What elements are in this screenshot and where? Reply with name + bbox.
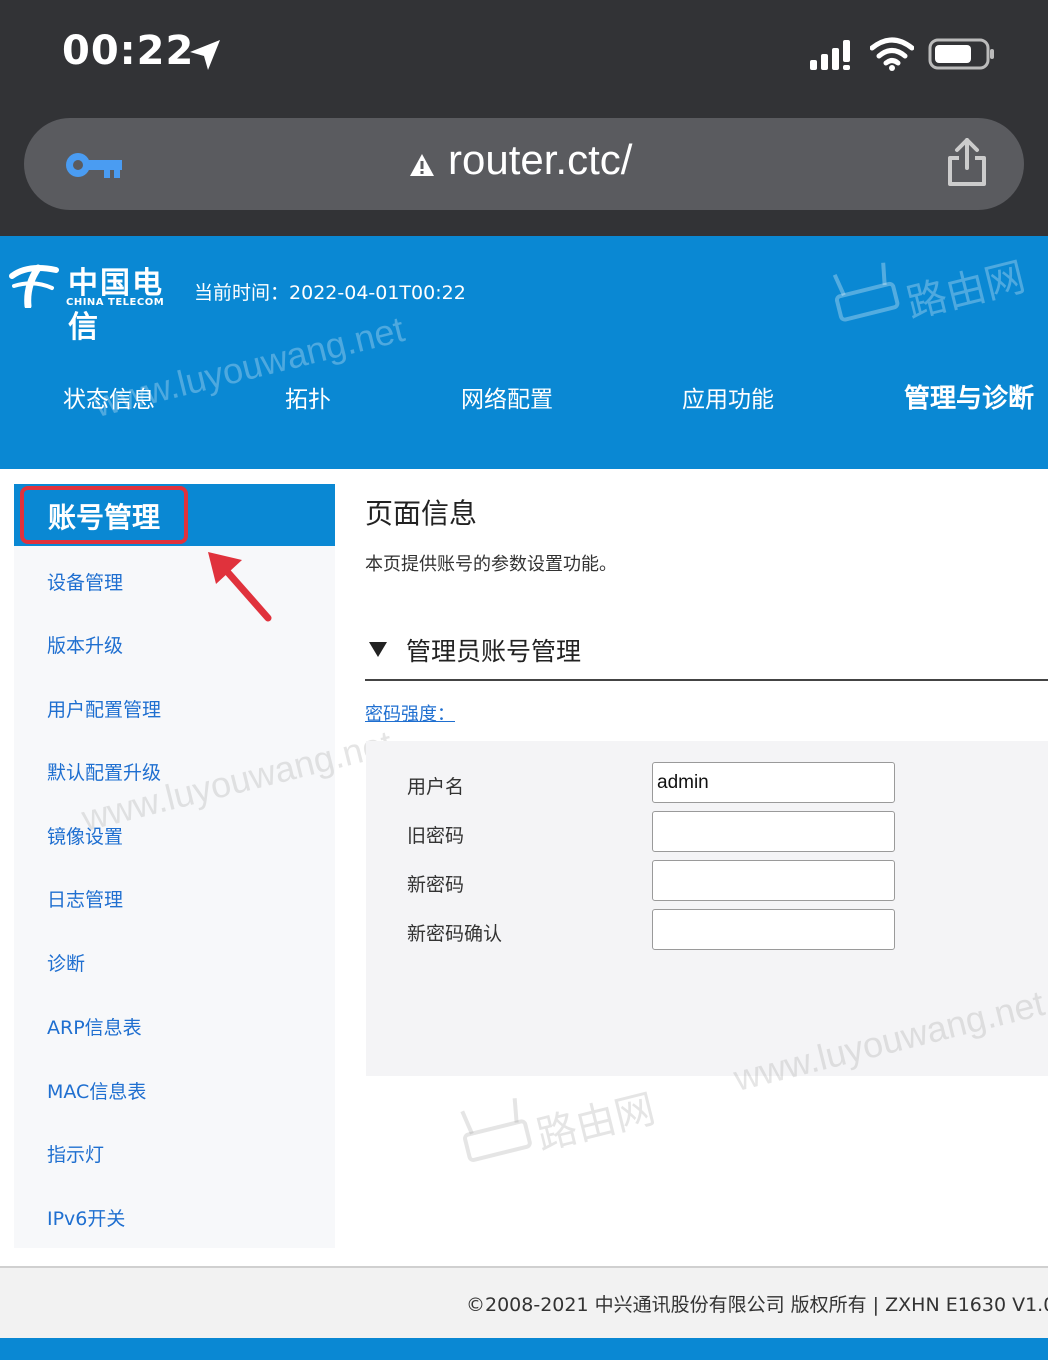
sidebar-item-version-upgrade[interactable]: 版本升级 — [47, 631, 123, 658]
footer-copyright: ©2008-2021 中兴通讯股份有限公司 版权所有 | ZXHN E1630 … — [466, 1294, 1048, 1316]
nav-network-config[interactable]: 网络配置 — [461, 380, 553, 414]
router-header: 中国电信 CHINA TELECOM 当前时间：2022-04-01T00:22… — [0, 236, 1048, 469]
old-password-input[interactable] — [652, 811, 895, 852]
sidebar-item-default-config-upgrade[interactable]: 默认配置升级 — [47, 758, 161, 785]
sidebar-item-diagnosis[interactable]: 诊断 — [47, 949, 85, 976]
sidebar-active-label: 账号管理 — [48, 501, 161, 534]
confirm-password-input[interactable] — [652, 909, 895, 950]
telecom-logo-icon — [9, 264, 59, 308]
username-input[interactable] — [652, 762, 895, 803]
sidebar-item-account-management[interactable]: 账号管理 — [14, 484, 335, 546]
sidebar-item-user-config[interactable]: 用户配置管理 — [47, 695, 161, 722]
page-description: 本页提供账号的参数设置功能。 — [365, 554, 617, 575]
confirm-password-label: 新密码确认 — [407, 923, 503, 945]
old-password-label: 旧密码 — [407, 825, 465, 847]
location-arrow-icon — [190, 40, 220, 70]
sidebar-item-indicator-light[interactable]: 指示灯 — [47, 1140, 104, 1167]
nav-topology[interactable]: 拓扑 — [285, 380, 331, 414]
battery-icon — [928, 38, 994, 70]
router-watermark-icon-2 — [460, 1098, 532, 1162]
time-value: 2022-04-01T00:22 — [289, 282, 466, 304]
section-divider — [365, 679, 1048, 681]
time-label: 当前时间： — [194, 282, 290, 304]
watermark-logo-text: 路由网 — [902, 255, 1030, 327]
wifi-icon — [870, 37, 914, 71]
url-text[interactable]: router.ctc/ — [448, 136, 632, 184]
sidebar-item-device-management[interactable]: 设备管理 — [47, 568, 123, 595]
sidebar-item-log-management[interactable]: 日志管理 — [47, 885, 123, 912]
china-telecom-logo: 中国电信 CHINA TELECOM — [8, 258, 188, 345]
status-time: 00:22 — [62, 28, 195, 74]
ios-top-bar: 00:22 router.ctc/ — [0, 0, 1048, 236]
footer: ©2008-2021 中兴通讯股份有限公司 版权所有 | ZXHN E1630 … — [0, 1268, 1048, 1338]
page-title: 页面信息 — [365, 497, 478, 530]
share-icon[interactable] — [944, 138, 990, 186]
sidebar-item-arp-table[interactable]: ARP信息表 — [47, 1013, 142, 1040]
red-arrow-icon — [208, 552, 272, 622]
section-title: 管理员账号管理 — [406, 637, 582, 666]
current-time: 当前时间：2022-04-01T00:22 — [194, 278, 466, 305]
new-password-input[interactable] — [652, 860, 895, 901]
router-watermark-icon — [832, 262, 900, 322]
sidebar: 账号管理 设备管理 版本升级 用户配置管理 默认配置升级 镜像设置 日志管理 诊… — [14, 484, 335, 1248]
bottom-bar — [0, 1338, 1048, 1360]
password-strength-link[interactable]: 密码强度： — [365, 700, 455, 726]
username-label: 用户名 — [407, 776, 465, 798]
new-password-label: 新密码 — [407, 874, 465, 896]
warning-triangle-icon — [410, 154, 434, 176]
address-bar[interactable]: router.ctc/ — [24, 118, 1024, 210]
collapse-triangle-icon[interactable] — [368, 640, 388, 658]
nav-applications[interactable]: 应用功能 — [682, 380, 774, 414]
nav-management-diagnosis[interactable]: 管理与诊断 — [904, 378, 1034, 415]
sidebar-item-ipv6-switch[interactable]: IPv6开关 — [47, 1204, 125, 1231]
signal-icon — [810, 40, 850, 70]
sidebar-item-mac-table[interactable]: MAC信息表 — [47, 1077, 146, 1104]
logo-en: CHINA TELECOM — [66, 297, 165, 308]
key-icon[interactable] — [64, 148, 124, 182]
watermark-logo-text-2: 路由网 — [532, 1087, 660, 1159]
